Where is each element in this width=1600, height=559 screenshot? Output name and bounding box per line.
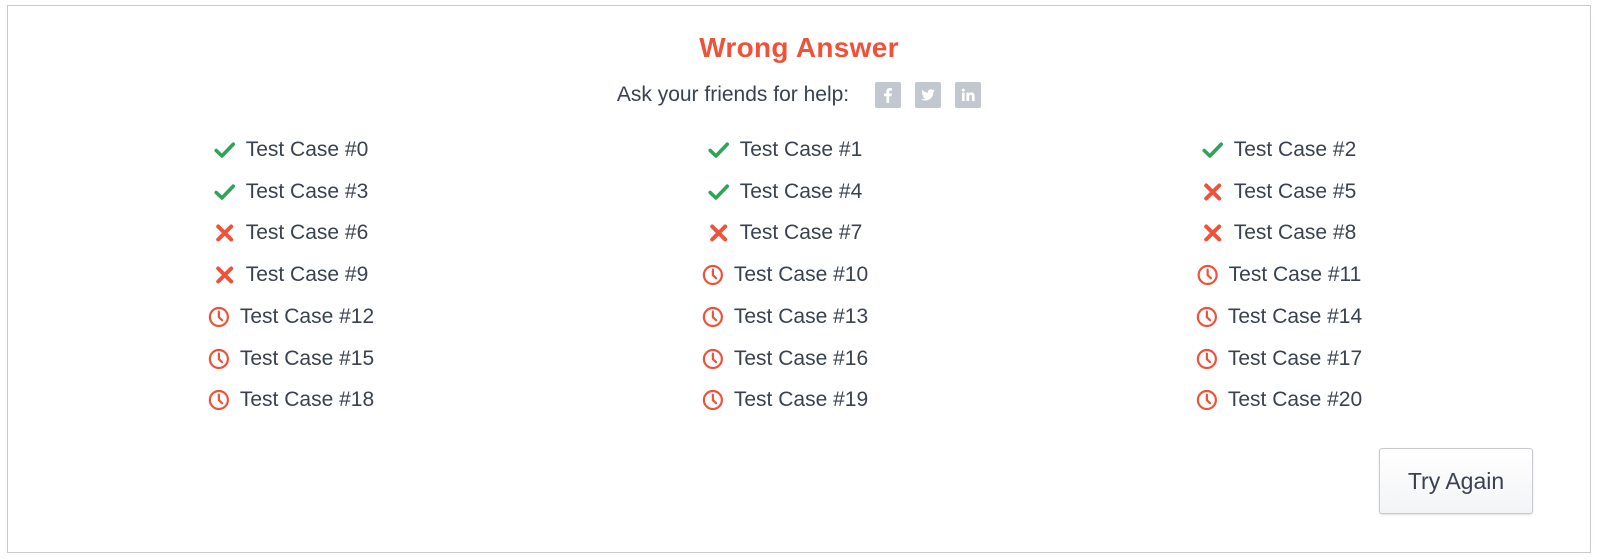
- test-case-label: Test Case #13: [733, 304, 869, 328]
- test-case-item[interactable]: Test Case #18: [208, 380, 374, 420]
- test-case-label: Test Case #8: [1233, 221, 1357, 245]
- share-row: Ask your friends for help:: [8, 80, 1590, 110]
- cross-icon: [1202, 222, 1234, 244]
- twitter-icon: [921, 89, 936, 101]
- test-case-label: Test Case #3: [245, 179, 369, 203]
- clock-icon: [702, 264, 734, 286]
- test-case-label: Test Case #6: [245, 221, 369, 245]
- test-case-label: Test Case #12: [239, 304, 375, 328]
- result-title: Wrong Answer: [699, 32, 899, 63]
- test-case-item[interactable]: Test Case #11: [1197, 255, 1362, 295]
- facebook-share-button[interactable]: [875, 82, 902, 108]
- facebook-icon: [884, 88, 893, 103]
- clock-icon: [1197, 264, 1229, 286]
- share-label: Ask your friends for help:: [616, 83, 850, 106]
- clock-icon: [702, 389, 734, 411]
- cross-icon: [214, 264, 246, 286]
- clock-icon: [1196, 389, 1228, 411]
- test-case-label: Test Case #19: [733, 388, 869, 412]
- test-case-label: Test Case #15: [239, 346, 375, 370]
- checkmark-icon: [1202, 139, 1234, 161]
- twitter-share-button[interactable]: [915, 82, 942, 108]
- test-case-item[interactable]: Test Case #3: [214, 172, 369, 212]
- try-again-button[interactable]: Try Again: [1379, 448, 1533, 514]
- clock-icon: [1196, 348, 1228, 370]
- test-case-item[interactable]: Test Case #9: [214, 255, 369, 295]
- test-case-item[interactable]: Test Case #1: [708, 130, 863, 170]
- test-case-label: Test Case #18: [239, 388, 375, 412]
- test-case-item[interactable]: Test Case #10: [702, 255, 868, 295]
- test-case-label: Test Case #10: [733, 263, 869, 287]
- test-case-item[interactable]: Test Case #17: [1196, 339, 1362, 379]
- cross-icon: [708, 222, 740, 244]
- test-case-label: Test Case #20: [1227, 388, 1363, 412]
- test-case-item[interactable]: Test Case #19: [702, 380, 868, 420]
- test-case-label: Test Case #11: [1228, 263, 1362, 287]
- test-case-label: Test Case #16: [733, 346, 869, 370]
- test-case-item[interactable]: Test Case #14: [1196, 297, 1362, 337]
- clock-icon: [702, 348, 734, 370]
- test-case-label: Test Case #2: [1233, 138, 1357, 161]
- clock-icon: [208, 306, 240, 328]
- clock-icon: [208, 389, 240, 411]
- test-case-item[interactable]: Test Case #20: [1196, 380, 1362, 420]
- test-case-item[interactable]: Test Case #8: [1202, 213, 1357, 253]
- test-case-item[interactable]: Test Case #7: [708, 213, 863, 253]
- test-case-item[interactable]: Test Case #6: [214, 213, 369, 253]
- clock-icon: [208, 348, 240, 370]
- test-case-item[interactable]: Test Case #5: [1202, 172, 1357, 212]
- clock-icon: [702, 306, 734, 328]
- test-case-item[interactable]: Test Case #16: [702, 339, 868, 379]
- test-case-item[interactable]: Test Case #12: [208, 297, 374, 337]
- checkmark-icon: [214, 181, 246, 203]
- test-case-item[interactable]: Test Case #13: [702, 297, 868, 337]
- test-case-item[interactable]: Test Case #2: [1202, 130, 1357, 170]
- linkedin-icon: [961, 88, 975, 101]
- test-case-label: Test Case #9: [245, 263, 369, 287]
- test-case-label: Test Case #1: [739, 138, 863, 161]
- checkmark-icon: [708, 139, 740, 161]
- cross-icon: [214, 222, 246, 244]
- linkedin-share-button[interactable]: [955, 82, 982, 108]
- test-case-item[interactable]: Test Case #15: [208, 339, 374, 379]
- result-panel: Wrong Answer Ask your friends for help: …: [7, 5, 1591, 553]
- test-case-label: Test Case #14: [1227, 304, 1363, 328]
- cross-icon: [1202, 181, 1234, 203]
- checkmark-icon: [214, 139, 246, 161]
- test-case-label: Test Case #4: [739, 179, 863, 203]
- checkmark-icon: [708, 181, 740, 203]
- test-case-item[interactable]: Test Case #4: [708, 172, 863, 212]
- test-case-item[interactable]: Test Case #0: [214, 130, 369, 170]
- clock-icon: [1196, 306, 1228, 328]
- test-case-label: Test Case #17: [1227, 346, 1363, 370]
- test-case-label: Test Case #0: [245, 138, 369, 161]
- test-case-label: Test Case #7: [739, 221, 863, 245]
- test-case-label: Test Case #5: [1233, 179, 1357, 203]
